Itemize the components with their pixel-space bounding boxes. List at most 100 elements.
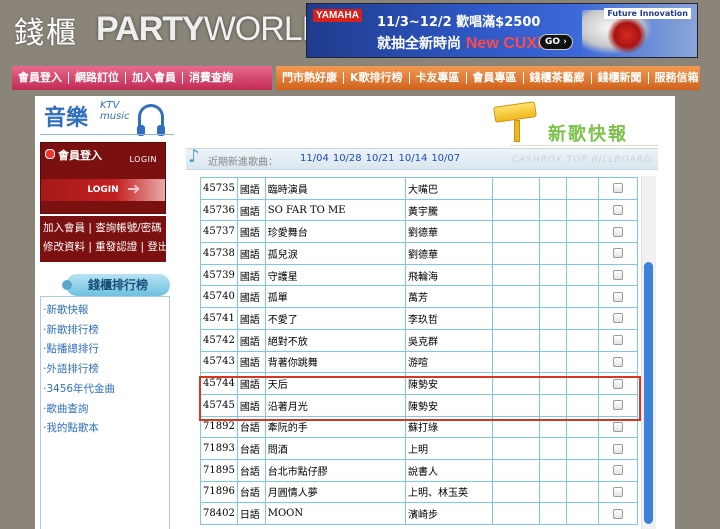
song-extra-cell	[566, 480, 599, 504]
logo-partyworld[interactable]: PARTYWORLD	[96, 10, 326, 49]
ad-banner[interactable]: YAMAHA 11/3~12/2 歡唱滿$2500 就抽全新時尚 New CUX…	[306, 3, 698, 58]
music-title: 音樂	[44, 105, 89, 131]
rank-item-foreign-chart[interactable]: ·外語排行榜	[41, 360, 169, 380]
rank-item-total-chart[interactable]: ·點播總排行	[41, 340, 169, 360]
logo-chinese[interactable]: 錢櫃	[14, 8, 78, 52]
nav-service-mail[interactable]: 服務信箱	[649, 72, 705, 84]
rank-item-new-song-chart[interactable]: ·新歌排行榜	[41, 321, 169, 341]
song-checkbox[interactable]	[612, 486, 623, 497]
song-number: 45738	[200, 242, 238, 265]
nav-store-deals[interactable]: 門市熱好康	[276, 72, 344, 84]
song-row: 71896 台語 月圓情人夢 上明、林玉英	[200, 480, 638, 504]
ranking-tab[interactable]: 錢櫃排行榜	[62, 274, 170, 296]
nav-cardholder[interactable]: 卡友專區	[410, 72, 467, 84]
song-artist: 大嘴巴	[405, 177, 494, 200]
login-button[interactable]: LOGIN	[41, 179, 165, 201]
song-number: 45735	[200, 177, 238, 200]
song-extra-cell	[539, 393, 568, 417]
nav-news[interactable]: 錢櫃新聞	[592, 72, 649, 84]
song-artist: 濱崎步	[405, 502, 494, 525]
nav-spending-query[interactable]: 消費查詢	[183, 72, 239, 84]
song-number: 45744	[200, 372, 238, 395]
song-checkbox[interactable]	[612, 465, 623, 476]
select-cell	[597, 437, 638, 460]
song-extra-cell	[492, 263, 541, 287]
song-language: 國語	[236, 372, 266, 395]
song-checkbox[interactable]	[612, 508, 623, 519]
song-checkbox[interactable]	[612, 291, 623, 302]
song-artist: 陳勢安	[405, 393, 494, 417]
song-checkbox[interactable]	[612, 335, 623, 346]
select-cell	[597, 458, 638, 482]
date-links: 11/04 10/28 10/21 10/14 10/07	[300, 153, 460, 164]
date-link[interactable]: 10/07	[431, 153, 460, 164]
song-checkbox[interactable]	[612, 443, 623, 454]
song-extra-cell	[492, 328, 541, 352]
song-number: 45739	[200, 263, 238, 287]
song-language: 國語	[236, 393, 266, 417]
song-extra-cell	[539, 437, 568, 460]
song-extra-cell	[492, 285, 541, 309]
nav-tea-gallery[interactable]: 錢櫃茶藝廊	[524, 72, 592, 84]
date-link[interactable]: 10/14	[398, 153, 427, 164]
song-artist: 上明	[405, 437, 494, 460]
song-number: 71895	[200, 458, 238, 482]
song-checkbox[interactable]	[612, 356, 623, 367]
song-title: 沿著月光	[264, 393, 407, 417]
select-cell	[597, 502, 638, 525]
date-link[interactable]: 11/04	[300, 153, 329, 164]
song-extra-cell	[566, 350, 599, 374]
song-extra-cell	[566, 328, 599, 352]
select-cell	[597, 263, 638, 287]
song-checkbox[interactable]	[612, 205, 623, 216]
song-checkbox[interactable]	[612, 226, 623, 237]
banner-go-button[interactable]: GO ›	[539, 34, 573, 50]
song-extra-cell	[492, 242, 541, 265]
member-links-row1[interactable]: 加入會員 | 查詢帳號/密碼	[43, 222, 162, 234]
song-checkbox[interactable]	[612, 378, 623, 389]
rank-item-new-songs[interactable]: ·新歌快報	[41, 301, 169, 321]
song-checkbox[interactable]	[612, 313, 623, 324]
song-extra-cell	[566, 502, 599, 525]
rank-item-song-search[interactable]: ·歌曲查詢	[41, 400, 169, 420]
song-checkbox[interactable]	[612, 183, 623, 194]
song-checkbox[interactable]	[612, 270, 623, 281]
select-cell	[597, 242, 638, 265]
select-cell	[597, 350, 638, 374]
nav-k-song-ranking[interactable]: K歌排行榜	[344, 72, 410, 84]
recent-songs-label: 近期新進歌曲：	[208, 157, 278, 168]
song-row: 45741 國語 不愛了 李玖哲	[200, 307, 638, 330]
rank-item-my-songbook[interactable]: ·我的點歌本	[41, 419, 169, 439]
song-extra-cell	[492, 307, 541, 330]
song-artist: 陳勢安	[405, 372, 494, 395]
nav-online-booking[interactable]: 網路訂位	[69, 72, 126, 84]
song-extra-cell	[566, 198, 599, 222]
song-checkbox[interactable]	[612, 248, 623, 259]
song-checkbox[interactable]	[612, 400, 623, 411]
select-cell	[597, 393, 638, 417]
song-number: 45737	[200, 220, 238, 244]
date-link[interactable]: 10/28	[333, 153, 362, 164]
song-artist: 說書人	[405, 458, 494, 482]
song-extra-cell	[566, 458, 599, 482]
song-extra-cell	[566, 263, 599, 287]
music-note-icon: ♪	[188, 146, 200, 167]
banner-product: New CUXi	[465, 35, 542, 52]
song-artist: 劉德華	[405, 242, 494, 265]
member-links-row2[interactable]: 修改資料 | 重發認證 | 登出	[43, 241, 168, 253]
song-extra-cell	[566, 437, 599, 460]
nav-member-zone[interactable]: 會員專區	[467, 72, 524, 84]
ranking-list: ·新歌快報 ·新歌排行榜 ·點播總排行 ·外語排行榜 ·3456年代金曲 ·歌曲…	[40, 296, 170, 529]
song-checkbox[interactable]	[612, 421, 623, 432]
song-title: 天后	[264, 372, 407, 395]
song-number: 45741	[200, 307, 238, 330]
song-extra-cell	[492, 220, 541, 244]
song-extra-cell	[539, 263, 568, 287]
nav-member-login[interactable]: 會員登入	[12, 72, 69, 84]
nav-join-member[interactable]: 加入會員	[126, 72, 183, 84]
yamaha-logo: YAMAHA	[313, 9, 362, 22]
song-language: 國語	[236, 307, 266, 330]
scrollbar-thumb[interactable]	[644, 262, 653, 524]
rank-item-era-hits[interactable]: ·3456年代金曲	[41, 380, 169, 400]
date-link[interactable]: 10/21	[366, 153, 395, 164]
